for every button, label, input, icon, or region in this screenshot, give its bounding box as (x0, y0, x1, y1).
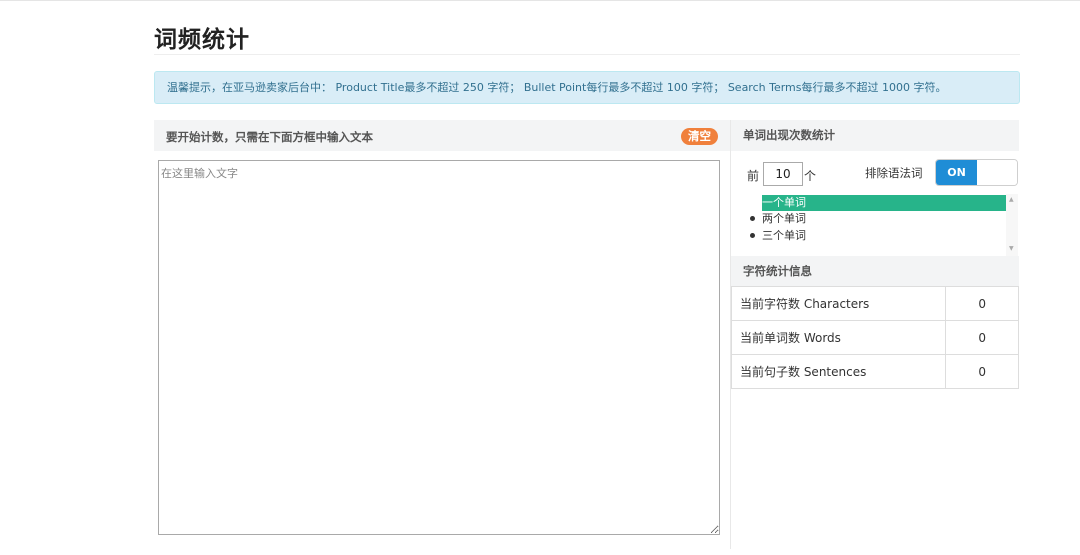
table-row: 当前句子数 Sentences 0 (730, 354, 1019, 389)
clear-button[interactable]: 清空 (681, 128, 718, 145)
bullet-icon (750, 216, 755, 221)
stat-label-characters: 当前字符数 Characters (730, 286, 947, 321)
top-n-prefix: 前 (747, 169, 760, 183)
page-title: 词频统计 (154, 27, 250, 53)
char-stats-header: 字符统计信息 (731, 256, 1019, 287)
stat-label-sentences: 当前句子数 Sentences (730, 354, 947, 389)
ngram-option-three[interactable]: 三个单词 (762, 228, 806, 244)
ngram-option-one[interactable]: 一个单词 (762, 195, 1006, 211)
scroll-down-icon[interactable]: ▼ (1009, 245, 1014, 252)
title-divider (154, 54, 1020, 55)
char-stats-table: 当前字符数 Characters 0 当前单词数 Words 0 当前句子数 S… (730, 286, 1019, 389)
ngram-option-two[interactable]: 两个单词 (762, 211, 806, 227)
stat-value-words: 0 (945, 320, 1019, 355)
table-row: 当前单词数 Words 0 (730, 320, 1019, 355)
tip-alert: 温馨提示，在亚马逊卖家后台中： Product Title最多不超过 250 字… (154, 71, 1020, 104)
scroll-up-icon[interactable]: ▲ (1009, 196, 1014, 203)
ngram-list: 一个单词 两个单词 三个单词 (738, 194, 1018, 256)
bullet-icon (750, 233, 755, 238)
stat-value-characters: 0 (945, 286, 1019, 321)
top-border (0, 0, 1080, 1)
top-n-input[interactable] (763, 162, 803, 186)
word-freq-header: 单词出现次数统计 (731, 120, 1019, 151)
text-input[interactable] (158, 160, 720, 535)
toggle-on-label: ON (936, 160, 977, 185)
toggle-off-side (977, 160, 1017, 185)
top-n-suffix: 个 (804, 169, 817, 183)
exclude-grammar-label: 排除语法词 (865, 166, 923, 180)
exclude-grammar-toggle[interactable]: ON (935, 159, 1018, 186)
table-row: 当前字符数 Characters 0 (730, 286, 1019, 321)
stat-value-sentences: 0 (945, 354, 1019, 389)
stat-label-words: 当前单词数 Words (730, 320, 947, 355)
input-panel-title: 要开始计数，只需在下面方框中输入文本 (166, 130, 373, 144)
